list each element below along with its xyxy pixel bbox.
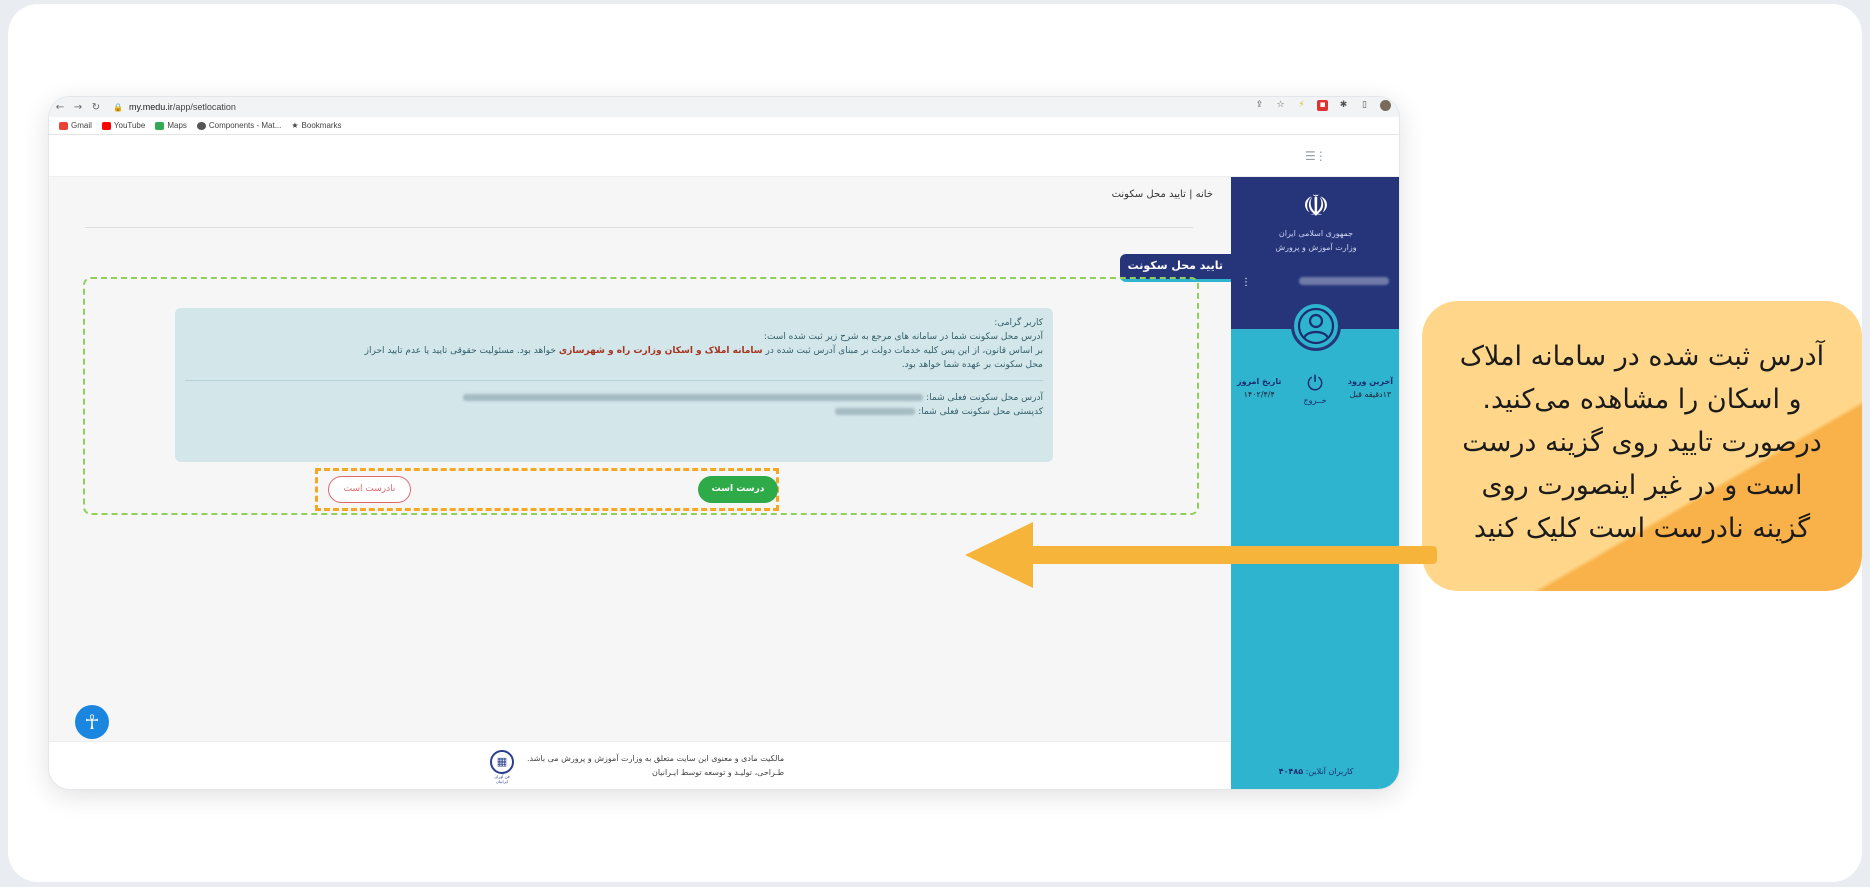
bookmarks-bar: Gmail YouTube Maps Components - Mat... ★… (49, 117, 1399, 135)
reload-icon[interactable]: ↻ (89, 102, 103, 113)
star-icon: ★ (291, 121, 299, 130)
breadcrumb: خانه | تایید محل سکونت (1112, 189, 1213, 200)
breadcrumb-current: تایید محل سکونت (1111, 189, 1186, 200)
accessibility-button[interactable]: ☥ (75, 705, 109, 739)
bookmark-youtube[interactable]: YouTube (101, 121, 145, 130)
online-users: کاربران آنلاین: ۴۰۴۸۵ (1278, 767, 1354, 776)
current-postal-code: کدپستی محل سکونت فعلی شما: (185, 405, 1043, 419)
arrow-head (965, 522, 1033, 588)
share-icon[interactable]: ⇪ (1254, 100, 1265, 111)
url-field[interactable]: my.medu.ir/app/setlocation (129, 102, 236, 112)
site-header: ☰⋮ (49, 135, 1399, 177)
notice-greeting: کاربر گرامی: (994, 318, 1043, 328)
gmail-icon (59, 121, 68, 130)
power-icon: ⏻ (1307, 371, 1323, 395)
instruction-text: آدرس ثبت شده در سامانه املاک و اسکان را … (1459, 341, 1825, 544)
today-date: تاریخ امروز ۱۴۰۲/۴/۴ (1237, 377, 1282, 399)
extension-icons: ⇪ ☆ ⚡ ▪ ✱ ▯ (1254, 100, 1391, 111)
lock-icon: 🔒 (113, 102, 123, 112)
more-options-icon[interactable]: ⋮ (1241, 277, 1251, 288)
logout-button[interactable]: ⏻ خــروج (1297, 373, 1333, 405)
logo-grid-icon: ▦ (490, 750, 514, 774)
maps-icon (155, 121, 165, 130)
components-icon (196, 121, 206, 130)
star-icon[interactable]: ☆ (1275, 100, 1286, 111)
confirm-correct-button[interactable]: درست است (698, 476, 778, 503)
back-icon[interactable]: ← (53, 102, 67, 113)
accessibility-icon: ☥ (84, 710, 100, 734)
avatar (1291, 301, 1341, 351)
puzzle-icon[interactable]: ✱ (1338, 100, 1349, 111)
divider (85, 227, 1193, 228)
notice-line3: محل سکونت بر عهده شما خواهد بود. (901, 360, 1043, 370)
address-bar: ← → ↻ 🔒 my.medu.ir/app/setlocation ⇪ ☆ ⚡… (49, 97, 1399, 117)
footer-copyright: مالکیت مادی و معنوی این سایت متعلق به وز… (527, 754, 785, 777)
main-content: خانه | تایید محل سکونت تایید محل سکونت ک… (49, 177, 1231, 789)
menu-icon[interactable]: ☰⋮ (1305, 149, 1327, 163)
bookmark-folder[interactable]: ★ Bookmarks (291, 121, 341, 130)
extension-icon[interactable]: ▪ (1317, 100, 1328, 111)
footer: ▦ فن آوران ایرانیان مالکیت مادی و معنوی … (49, 741, 1231, 789)
browser-screenshot: ← → ↻ 🔒 my.medu.ir/app/setlocation ⇪ ☆ ⚡… (48, 96, 1400, 790)
breadcrumb-home[interactable]: خانه (1196, 189, 1213, 200)
bookmark-components[interactable]: Components - Mat... (196, 121, 281, 130)
address-notice: کاربر گرامی: آدرس محل سکونت شما در سامان… (175, 308, 1053, 462)
current-address: آدرس محل سکونت فعلی شما: (185, 391, 1043, 405)
last-login: آخرین ورود ۱۳دقیقه قبل (1347, 377, 1393, 399)
redacted-postal-code (835, 408, 916, 415)
confirm-incorrect-button[interactable]: نادرست است (328, 476, 411, 503)
redacted-address (463, 394, 924, 401)
profile-icon[interactable] (1380, 100, 1391, 111)
notice-line1: آدرس محل سکونت شما در سامانه های مرجع به… (763, 332, 1043, 342)
youtube-icon (101, 121, 111, 130)
breadcrumb-separator: | (1189, 189, 1193, 200)
sidebar-toggle-icon[interactable]: ▯ (1359, 100, 1370, 111)
notice-line2: بر اساس قانون، از این پس کلیه خدمات دولت… (364, 346, 1043, 356)
iran-emblem-icon: ☫ (1302, 189, 1330, 224)
notice-divider (185, 380, 1043, 381)
user-icon (1297, 307, 1335, 345)
arrow-shaft (1027, 546, 1437, 564)
redacted-user-name (1299, 277, 1389, 285)
bookmark-gmail[interactable]: Gmail (59, 121, 92, 130)
user-sidebar: ☫ جمهوری اسلامی ایران وزارت آموزش و پرور… (1231, 177, 1399, 789)
forward-icon[interactable]: → (71, 102, 85, 113)
bookmark-maps[interactable]: Maps (155, 121, 187, 130)
footer-logo: ▦ فن آوران ایرانیان (489, 750, 515, 784)
pointer-arrow (965, 522, 1437, 588)
extension-icon[interactable]: ⚡ (1296, 100, 1307, 111)
